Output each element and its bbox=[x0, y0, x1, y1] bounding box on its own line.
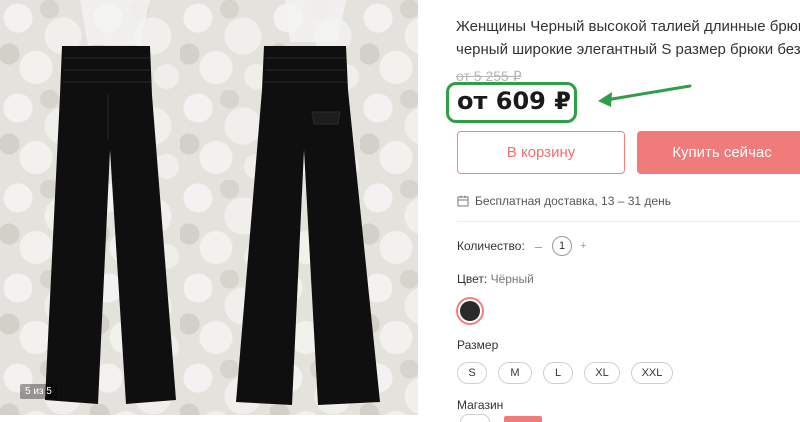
pants-photo bbox=[45, 0, 380, 405]
product-title-line2: черный широкие элегантный S размер брюки… bbox=[456, 41, 800, 58]
quantity-stepper: Количество: – 1 + bbox=[457, 236, 586, 256]
swatch-fill bbox=[460, 301, 480, 321]
store-option[interactable] bbox=[460, 414, 490, 422]
color-label-row: Цвет: Чёрный bbox=[457, 272, 534, 286]
calendar-icon bbox=[457, 195, 469, 207]
product-image[interactable]: 5 из 5 bbox=[0, 0, 418, 415]
size-option-xxl[interactable]: XXL bbox=[631, 362, 673, 384]
arrow-icon bbox=[598, 84, 692, 107]
quantity-increase-button[interactable]: + bbox=[580, 240, 586, 252]
size-options: S M L XL XXL bbox=[457, 362, 673, 384]
color-value: Чёрный bbox=[490, 272, 534, 286]
quantity-decrease-button[interactable]: – bbox=[535, 239, 542, 254]
size-option-l[interactable]: L bbox=[543, 362, 573, 384]
size-option-m[interactable]: M bbox=[498, 362, 532, 384]
product-info-panel: Женщины Черный высокой талией длинные бр… bbox=[446, 0, 800, 422]
add-to-cart-button[interactable]: В корзину bbox=[457, 131, 625, 174]
color-swatch-black[interactable] bbox=[456, 297, 484, 325]
size-option-xl[interactable]: XL bbox=[584, 362, 620, 384]
divider bbox=[457, 221, 800, 222]
size-label: Размер bbox=[457, 338, 499, 352]
size-option-s[interactable]: S bbox=[457, 362, 487, 384]
color-label: Цвет: bbox=[457, 272, 488, 286]
product-title: Женщины Черный высокой талией длинные бр… bbox=[456, 15, 800, 61]
delivery-info: Бесплатная доставка, 13 – 31 день bbox=[457, 194, 671, 208]
buy-now-button[interactable]: Купить сейчас bbox=[637, 131, 800, 174]
image-counter: 5 из 5 bbox=[20, 384, 57, 399]
current-price: от 609 ₽ bbox=[457, 87, 571, 115]
store-option-selected[interactable] bbox=[504, 416, 542, 422]
quantity-value[interactable]: 1 bbox=[552, 236, 573, 256]
delivery-text: Бесплатная доставка, 13 – 31 день bbox=[475, 194, 671, 208]
store-label: Магазин bbox=[457, 398, 504, 412]
product-title-line1: Женщины Черный высокой талией длинные бр… bbox=[456, 18, 800, 35]
quantity-label: Количество: bbox=[457, 239, 525, 253]
